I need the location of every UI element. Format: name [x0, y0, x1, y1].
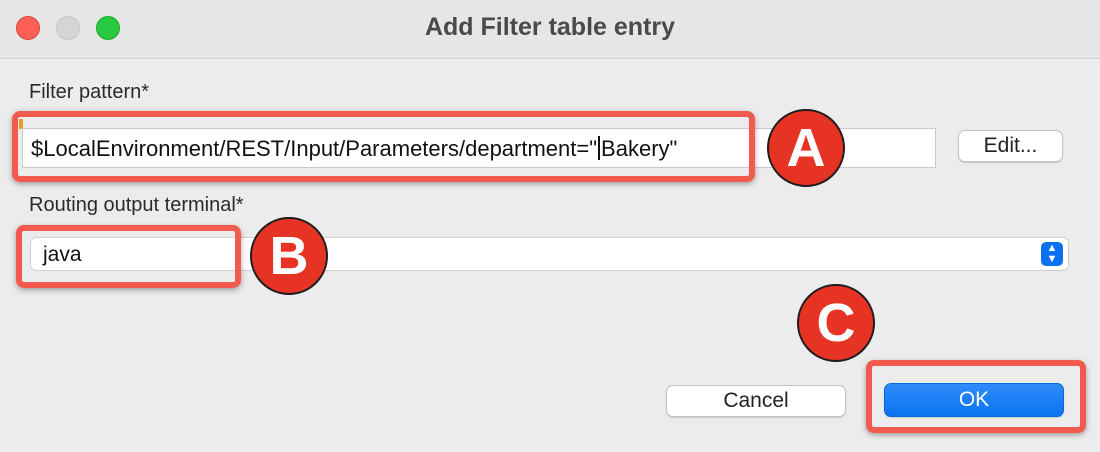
edit-button[interactable]: Edit... — [958, 130, 1063, 162]
annotation-badge-a: A — [767, 109, 845, 187]
chevron-up-down-icon[interactable]: ▲ ▼ — [1041, 242, 1063, 266]
window-title: Add Filter table entry — [424, 13, 676, 41]
annotation-badge-c: C — [797, 284, 875, 362]
annotation-highlight-a — [12, 111, 755, 182]
annotation-badge-b: B — [250, 217, 328, 295]
annotation-highlight-b — [16, 225, 241, 288]
routing-output-terminal-label: Routing output terminal* — [29, 194, 244, 216]
dialog-window: Add Filter table entry Filter pattern* $… — [0, 0, 1100, 452]
cancel-button[interactable]: Cancel — [666, 385, 846, 417]
title-bar: Add Filter table entry — [0, 0, 1100, 59]
filter-pattern-label: Filter pattern* — [29, 81, 150, 103]
annotation-highlight-c — [866, 360, 1086, 433]
